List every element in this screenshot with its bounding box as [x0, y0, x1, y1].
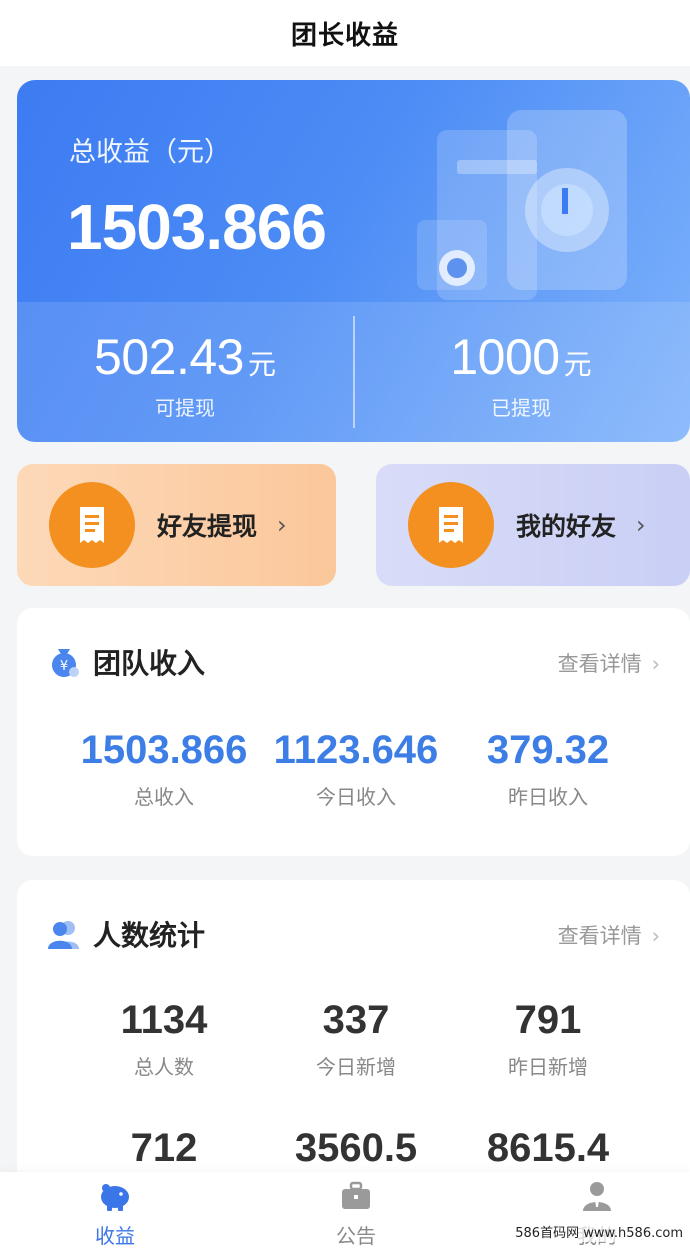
withdrawable-label: 可提现 — [155, 396, 215, 420]
stat-value: 791 — [514, 998, 582, 1042]
total-earnings-value: 1503.866 — [67, 191, 327, 263]
people-stat-row2-3: 8615.4 — [453, 1126, 643, 1171]
tab-label: 收益 — [95, 1224, 135, 1248]
stat-value: 1123.646 — [273, 728, 439, 772]
chevron-right-icon: › — [636, 511, 646, 539]
money-bag-icon: ¥ — [52, 649, 79, 677]
watermark: 586首码网 www.h586.com — [512, 1221, 686, 1242]
stat-label: 昨日新增 — [508, 1055, 588, 1079]
stat-label: 总收入 — [134, 785, 194, 809]
stat-value: 337 — [322, 998, 390, 1042]
wallet-illustration-icon — [417, 110, 627, 300]
stat-value: 1503.866 — [80, 728, 248, 772]
withdrawable-unit: 元 — [247, 348, 276, 381]
people-stat-row2-2: 3560.5 — [261, 1126, 451, 1171]
withdrawable-block[interactable]: 502.43 元 可提现 — [17, 328, 353, 421]
today-new-people: 337 今日新增 — [261, 998, 451, 1080]
withdrawn-block[interactable]: 1000 元 已提现 — [353, 328, 689, 421]
stat-value: 3560.5 — [294, 1126, 418, 1170]
balance-card: 总收益（元） 1503.866 502.43 元 可提现 1000 元 已提现 — [17, 80, 690, 442]
withdrawable-amount: 502.43 — [94, 329, 244, 385]
tab-label: 公告 — [336, 1224, 376, 1248]
stat-value: 8615.4 — [486, 1126, 610, 1170]
page: 团长收益 总收益（元） 1503.866 502.43元 可提现 1000元 — [0, 0, 690, 1250]
team-total-income: 1503.866 总收入 — [69, 728, 259, 810]
total-people: 1134 总人数 — [69, 998, 259, 1080]
my-friends-label: 我的好友 — [516, 512, 617, 541]
tab-earnings[interactable]: 收益 — [55, 1180, 175, 1249]
chevron-right-icon: › — [651, 924, 660, 948]
details-link-label: 查看详情 — [557, 652, 642, 676]
people-stats-title: 人数统计 — [93, 919, 206, 952]
team-income-card: ¥ 团队收入 查看详情 › 1503.866 总收入 1123.646 今日收入 … — [17, 608, 690, 856]
stat-value: 712 — [130, 1126, 198, 1170]
people-stats-card: 人数统计 查看详情 › 1134 总人数 337 今日新增 791 昨日新增 71… — [17, 880, 690, 1210]
withdrawn-unit: 元 — [563, 348, 592, 381]
receipt-icon — [408, 482, 494, 568]
withdrawn-amount: 1000 — [450, 329, 560, 385]
user-icon — [583, 1182, 611, 1211]
friend-withdraw-button[interactable]: 好友提现 › — [17, 464, 336, 586]
team-income-details-link[interactable]: 查看详情 › — [558, 648, 660, 678]
friend-withdraw-label: 好友提现 — [157, 512, 258, 541]
stat-label: 今日新增 — [316, 1055, 396, 1079]
people-stat-row2-1: 712 — [69, 1126, 259, 1171]
team-yesterday-income: 379.32 昨日收入 — [453, 728, 643, 810]
yesterday-new-people: 791 昨日新增 — [453, 998, 643, 1080]
stat-value: 1134 — [120, 998, 208, 1042]
stat-label: 今日收入 — [316, 785, 396, 809]
stat-value: 379.32 — [486, 728, 610, 772]
details-link-label: 查看详情 — [557, 924, 642, 948]
briefcase-icon — [342, 1181, 370, 1209]
chevron-right-icon: › — [277, 511, 287, 539]
stat-label: 昨日收入 — [508, 785, 588, 809]
withdrawn-label: 已提现 — [491, 396, 551, 420]
tab-announcements[interactable]: 公告 — [296, 1180, 416, 1249]
stat-label: 总人数 — [134, 1055, 194, 1079]
chevron-right-icon: › — [651, 652, 660, 676]
people-stats-header: 人数统计 — [47, 914, 205, 954]
bottom-tab-bar: 收益 公告 我的 586首码网 www.h586.com — [0, 1172, 690, 1250]
team-income-title: 团队收入 — [93, 647, 206, 680]
page-title: 团长收益 — [290, 20, 399, 51]
my-friends-button[interactable]: 我的好友 › — [376, 464, 690, 586]
receipt-icon — [49, 482, 135, 568]
total-earnings-label: 总收益（元） — [69, 137, 231, 168]
piggy-bank-icon — [101, 1184, 129, 1211]
team-today-income: 1123.646 今日收入 — [261, 728, 451, 810]
people-stats-details-link[interactable]: 查看详情 › — [558, 920, 660, 950]
team-income-header: ¥ 团队收入 — [47, 642, 205, 682]
top-header: 团长收益 — [0, 0, 690, 66]
svg-text:¥: ¥ — [60, 659, 68, 674]
users-icon — [48, 921, 79, 949]
